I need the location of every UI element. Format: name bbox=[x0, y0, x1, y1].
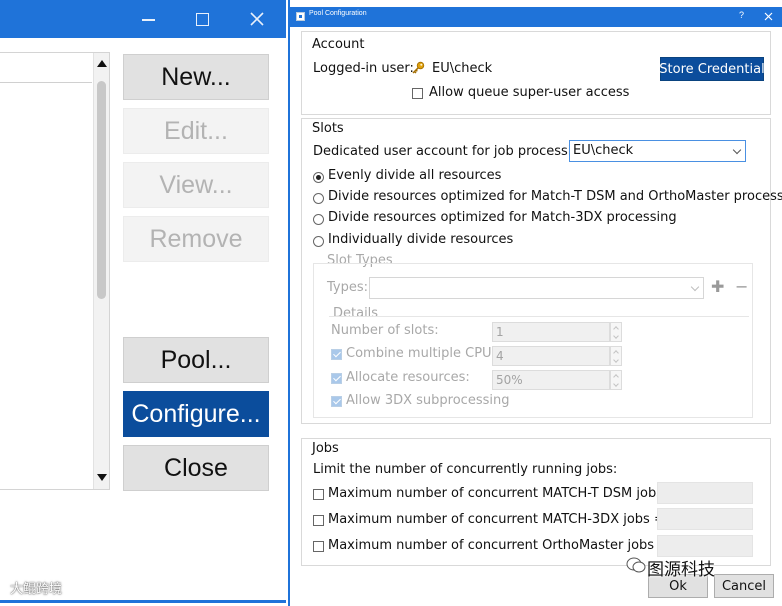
pool-button[interactable]: Pool... bbox=[123, 337, 269, 383]
dedicated-account-value: EU\check bbox=[573, 143, 634, 158]
types-label: Types: bbox=[327, 280, 369, 295]
scroll-down-icon[interactable] bbox=[97, 474, 107, 481]
pool-configuration-dialog: Pool Configuration ? Account Logged-in u… bbox=[288, 0, 782, 606]
account-title: Account bbox=[312, 37, 365, 52]
parent-titlebar bbox=[0, 0, 286, 38]
allocate-resources-label: Allocate resources: bbox=[346, 370, 470, 385]
pool-list[interactable] bbox=[0, 52, 110, 490]
allocate-resources-spinner[interactable]: 50% bbox=[492, 370, 622, 390]
spinner-arrows-icon[interactable] bbox=[610, 370, 622, 390]
combine-cpus-label: Combine multiple CPUs: bbox=[346, 346, 503, 361]
radio-match-t-orthomaster-label[interactable]: Divide resources optimized for Match-T D… bbox=[328, 189, 782, 204]
number-of-slots-value: 1 bbox=[496, 325, 504, 339]
radio-evenly-divide-label[interactable]: Evenly divide all resources bbox=[328, 168, 501, 183]
allow-3dx-checkbox[interactable] bbox=[331, 396, 342, 407]
slot-types-group: Types: ✚ − Details Number of slots: 1 Co… bbox=[313, 263, 753, 418]
allocate-resources-value: 50% bbox=[496, 373, 523, 387]
match-t-dsm-jobs-checkbox[interactable] bbox=[313, 489, 324, 500]
match-t-dsm-jobs-input[interactable] bbox=[657, 482, 753, 504]
key-icon bbox=[412, 61, 425, 74]
allow-3dx-label: Allow 3DX subprocessing bbox=[346, 393, 510, 408]
number-of-slots-label: Number of slots: bbox=[331, 323, 439, 338]
edit-button[interactable]: Edit... bbox=[123, 108, 269, 154]
super-user-label: Allow queue super-user access bbox=[429, 85, 630, 100]
number-of-slots-spinner[interactable]: 1 bbox=[492, 322, 622, 342]
view-button[interactable]: View... bbox=[123, 162, 269, 208]
window-border bbox=[0, 600, 286, 603]
parent-window: New... Edit... View... Remove Pool... Co… bbox=[0, 0, 286, 606]
cancel-button[interactable]: Cancel bbox=[714, 574, 774, 598]
help-icon[interactable]: ? bbox=[739, 10, 744, 20]
super-user-checkbox[interactable] bbox=[412, 88, 423, 99]
combine-cpus-value: 4 bbox=[496, 349, 504, 363]
orthomaster-jobs-label: Maximum number of concurrent OrthoMaster… bbox=[328, 538, 670, 553]
watermark-text: 图源科技 bbox=[647, 560, 715, 580]
dedicated-account-label: Dedicated user account for job processin… bbox=[313, 144, 593, 159]
watermark-logo-icon bbox=[626, 557, 646, 573]
logged-in-user-label: Logged-in user: bbox=[313, 61, 414, 76]
dedicated-account-select[interactable]: EU\check bbox=[569, 140, 746, 162]
account-group: Account Logged-in user: EU\check Store C… bbox=[301, 31, 771, 115]
slots-title: Slots bbox=[312, 121, 344, 136]
close-button[interactable]: Close bbox=[123, 445, 269, 491]
jobs-group: Jobs Limit the number of concurrently ru… bbox=[301, 438, 771, 566]
chevron-down-icon bbox=[690, 282, 700, 292]
pool-list-header-row[interactable] bbox=[0, 53, 92, 83]
spinner-arrows-icon[interactable] bbox=[610, 346, 622, 366]
orthomaster-jobs-input[interactable] bbox=[657, 535, 753, 557]
logged-in-user-value: EU\check bbox=[432, 61, 493, 76]
radio-evenly-divide[interactable] bbox=[313, 172, 324, 183]
match-3dx-jobs-checkbox[interactable] bbox=[313, 515, 324, 526]
radio-individually-divide[interactable] bbox=[313, 236, 324, 247]
orthomaster-jobs-checkbox[interactable] bbox=[313, 541, 324, 552]
new-button[interactable]: New... bbox=[123, 54, 269, 100]
jobs-title: Jobs bbox=[312, 441, 339, 456]
app-icon bbox=[296, 12, 305, 21]
configure-button[interactable]: Configure... bbox=[123, 391, 269, 437]
scroll-up-icon[interactable] bbox=[97, 60, 107, 67]
add-icon[interactable]: ✚ bbox=[711, 279, 724, 295]
chevron-down-icon bbox=[732, 145, 742, 155]
close-icon[interactable] bbox=[244, 6, 270, 32]
store-credential-button[interactable]: Store Credential bbox=[659, 57, 765, 81]
remove-icon[interactable]: − bbox=[735, 279, 748, 295]
scroll-thumb[interactable] bbox=[97, 81, 106, 299]
limit-jobs-label: Limit the number of concurrently running… bbox=[313, 462, 618, 477]
list-scrollbar[interactable] bbox=[93, 53, 109, 489]
match-3dx-jobs-input[interactable] bbox=[657, 508, 753, 530]
slots-group: Slots Dedicated user account for job pro… bbox=[301, 118, 782, 424]
maximize-icon[interactable] bbox=[190, 6, 216, 32]
dialog-titlebar: Pool Configuration ? bbox=[290, 7, 782, 27]
remove-button[interactable]: Remove bbox=[123, 216, 269, 262]
match-3dx-jobs-label: Maximum number of concurrent MATCH-3DX j… bbox=[328, 512, 665, 527]
details-group: Number of slots: 1 Combine multiple CPUs… bbox=[329, 316, 749, 412]
match-t-dsm-jobs-label: Maximum number of concurrent MATCH-T DSM… bbox=[328, 486, 679, 501]
dialog-close-icon[interactable] bbox=[764, 12, 773, 21]
dialog-title: Pool Configuration bbox=[309, 10, 367, 17]
radio-match-3dx[interactable] bbox=[313, 214, 324, 225]
combine-cpus-checkbox[interactable] bbox=[331, 349, 342, 360]
radio-match-3dx-label[interactable]: Divide resources optimized for Match-3DX… bbox=[328, 210, 677, 225]
spinner-arrows-icon[interactable] bbox=[610, 322, 622, 342]
radio-individually-divide-label[interactable]: Individually divide resources bbox=[328, 232, 513, 247]
types-select[interactable] bbox=[369, 277, 704, 299]
watermark-text: 大鲲跨境 bbox=[10, 582, 63, 597]
radio-match-t-orthomaster[interactable] bbox=[313, 193, 324, 204]
combine-cpus-spinner[interactable]: 4 bbox=[492, 346, 622, 366]
minimize-icon[interactable] bbox=[136, 6, 162, 32]
allocate-resources-checkbox[interactable] bbox=[331, 373, 342, 384]
